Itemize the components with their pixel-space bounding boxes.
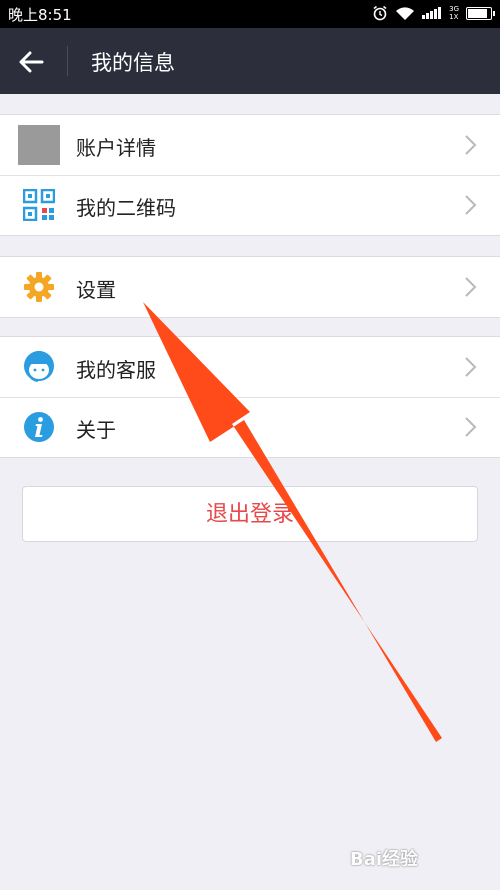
watermark: Bai经验 <box>350 849 419 870</box>
menu-item-my-qr-code[interactable]: 我的二维码 <box>0 175 500 235</box>
section-account: 账户详情 我的二维码 <box>0 114 500 236</box>
customer-service-icon <box>18 347 60 387</box>
alarm-icon <box>373 5 387 21</box>
menu-item-about[interactable]: 关于 <box>0 397 500 457</box>
title-divider <box>67 46 68 76</box>
qr-code-icon <box>18 185 60 225</box>
section-settings: 设置 <box>0 256 500 318</box>
menu-item-label: 关于 <box>76 418 116 442</box>
arrow-left-icon[interactable] <box>14 45 48 79</box>
status-bar: 晚上8:51 3G 1X <box>0 0 500 28</box>
chevron-right-icon <box>465 277 477 297</box>
chevron-right-icon <box>465 135 477 155</box>
menu-item-label: 我的二维码 <box>76 196 176 220</box>
page-title: 我的信息 <box>91 51 175 75</box>
section-support: 我的客服 关于 <box>0 336 500 458</box>
gear-icon <box>18 267 60 307</box>
battery-icon <box>466 6 495 20</box>
info-icon <box>18 407 60 447</box>
battery-fill <box>468 8 487 18</box>
avatar <box>18 125 60 165</box>
chevron-right-icon <box>465 195 477 215</box>
wifi-icon <box>396 6 415 20</box>
logout-button[interactable]: 退出登录 <box>22 486 478 542</box>
menu-item-label: 账户详情 <box>76 136 156 160</box>
title-bar: 我的信息 <box>0 28 500 94</box>
menu-item-label: 设置 <box>76 278 116 302</box>
menu-item-settings[interactable]: 设置 <box>0 257 500 317</box>
menu-item-customer-service[interactable]: 我的客服 <box>0 337 500 397</box>
chevron-right-icon <box>465 357 477 377</box>
status-time: 晚上8:51 <box>8 6 72 24</box>
signal-icon <box>422 7 442 19</box>
menu-item-label: 我的客服 <box>76 358 156 382</box>
menu-item-account-details[interactable]: 账户详情 <box>0 115 500 175</box>
network-type: 3G 1X <box>449 5 459 21</box>
chevron-right-icon <box>465 417 477 437</box>
status-icons: 3G 1X <box>372 5 495 21</box>
